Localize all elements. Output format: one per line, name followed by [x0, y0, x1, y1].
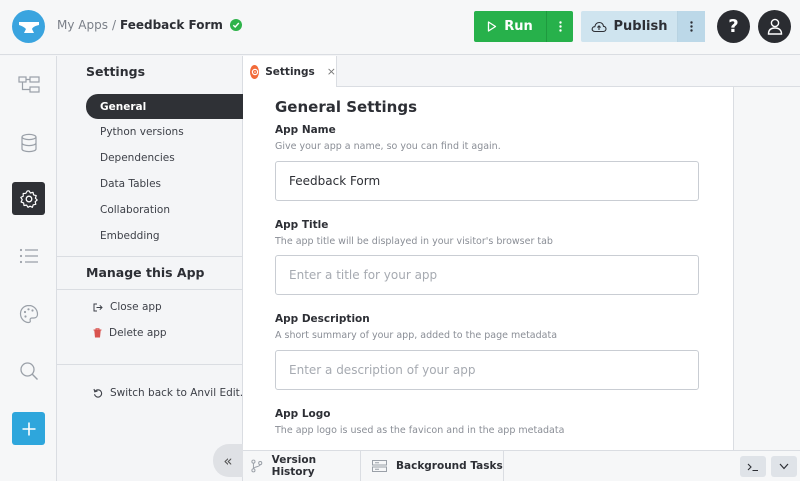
exit-icon	[93, 303, 103, 311]
version-history-button[interactable]: Version History	[243, 451, 361, 481]
editor-tabs: Settings ×	[243, 56, 800, 87]
nav-item-general[interactable]: General	[86, 94, 243, 119]
add-button[interactable]	[12, 412, 45, 445]
list-icon[interactable]	[12, 239, 45, 272]
page-title: General Settings	[275, 98, 418, 116]
right-panel	[733, 87, 800, 450]
help-icon: ?	[728, 16, 739, 37]
terminal-icon	[747, 463, 758, 471]
nav-divider	[57, 364, 242, 365]
publish-label: Publish	[613, 19, 668, 34]
run-label: Run	[504, 19, 533, 34]
app-name-label: App Name	[275, 124, 336, 136]
settings-nav: Settings General Python versions Depende…	[57, 56, 250, 481]
settings-content: General Settings App Name Give your app …	[243, 87, 733, 450]
expand-console-button[interactable]	[771, 456, 797, 477]
delete-app-link[interactable]: Delete app	[93, 327, 167, 339]
background-tasks-button[interactable]: Background Tasks	[363, 451, 504, 481]
server-icon	[372, 460, 387, 472]
app-logo-label: App Logo	[275, 408, 331, 420]
version-history-label: Version History	[271, 454, 317, 478]
user-icon	[767, 18, 782, 35]
app-title-input[interactable]	[275, 255, 699, 295]
app-description-help: A short summary of your app, added to th…	[275, 330, 558, 341]
gear-icon[interactable]	[12, 182, 45, 215]
switch-back-link[interactable]: Switch back to Anvil Edit...	[93, 387, 250, 399]
background-tasks-label: Background Tasks	[396, 460, 503, 472]
delete-app-label: Delete app	[109, 327, 167, 339]
gear-icon	[250, 64, 260, 79]
plus-icon	[22, 422, 35, 435]
palette-icon[interactable]	[12, 297, 45, 330]
nav-item-data-tables[interactable]: Data Tables	[100, 178, 161, 190]
breadcrumb-separator: /	[111, 18, 117, 32]
app-description-label: App Description	[275, 313, 370, 325]
chevron-down-icon	[779, 463, 789, 470]
nav-item-collaboration[interactable]: Collaboration	[100, 204, 170, 216]
terminal-button[interactable]	[740, 456, 766, 477]
breadcrumb: My Apps / Feedback Form	[57, 18, 242, 32]
double-chevron-left-icon: «	[223, 451, 233, 470]
tab-settings[interactable]: Settings ×	[243, 56, 337, 87]
app-title-help: The app title will be displayed in your …	[275, 236, 553, 247]
publish-options-button[interactable]	[677, 11, 705, 42]
bottom-bar: Version History Background Tasks	[243, 450, 800, 481]
run-button-group: Run	[474, 11, 573, 42]
left-rail	[0, 56, 57, 481]
account-button[interactable]	[758, 10, 791, 43]
publish-button-group: Publish	[581, 11, 705, 42]
help-button[interactable]: ?	[717, 10, 750, 43]
play-icon	[488, 21, 497, 32]
nav-item-python-versions[interactable]: Python versions	[100, 126, 184, 138]
switch-back-label: Switch back to Anvil Edit...	[110, 387, 250, 399]
nav-item-dependencies[interactable]: Dependencies	[100, 152, 175, 164]
app-title-label: App Title	[275, 219, 329, 231]
manage-app-title: Manage this App	[86, 265, 205, 280]
breadcrumb-app-name: Feedback Form	[120, 18, 223, 32]
close-app-link[interactable]: Close app	[93, 301, 162, 313]
nav-item-embedding[interactable]: Embedding	[100, 230, 160, 242]
app-description-input[interactable]	[275, 350, 699, 390]
app-tree-icon[interactable]	[12, 68, 45, 101]
tab-settings-label: Settings	[265, 65, 315, 78]
app-name-input[interactable]	[275, 161, 699, 201]
app-name-help: Give your app a name, so you can find it…	[275, 141, 501, 152]
run-options-button[interactable]	[546, 11, 573, 42]
check-circle-icon	[229, 19, 242, 31]
run-button[interactable]: Run	[474, 11, 546, 42]
anvil-logo-icon[interactable]	[12, 10, 45, 43]
search-icon[interactable]	[12, 354, 45, 387]
tab-close-icon[interactable]: ×	[327, 65, 336, 78]
kebab-icon	[690, 21, 693, 32]
top-bar: My Apps / Feedback Form Run Publish ?	[0, 0, 800, 55]
branch-icon	[251, 459, 263, 473]
cloud-upload-icon	[591, 21, 607, 32]
nav-divider	[57, 256, 242, 257]
settings-nav-title: Settings	[86, 64, 146, 79]
database-icon[interactable]	[12, 126, 45, 159]
breadcrumb-my-apps[interactable]: My Apps	[57, 18, 108, 32]
publish-button[interactable]: Publish	[581, 11, 677, 42]
undo-icon	[93, 388, 103, 398]
collapse-panel-button[interactable]: «	[213, 444, 243, 477]
close-app-label: Close app	[110, 301, 162, 313]
app-logo-help: The app logo is used as the favicon and …	[275, 425, 565, 436]
trash-icon	[93, 328, 102, 338]
nav-divider	[57, 289, 242, 290]
kebab-icon	[558, 21, 562, 32]
